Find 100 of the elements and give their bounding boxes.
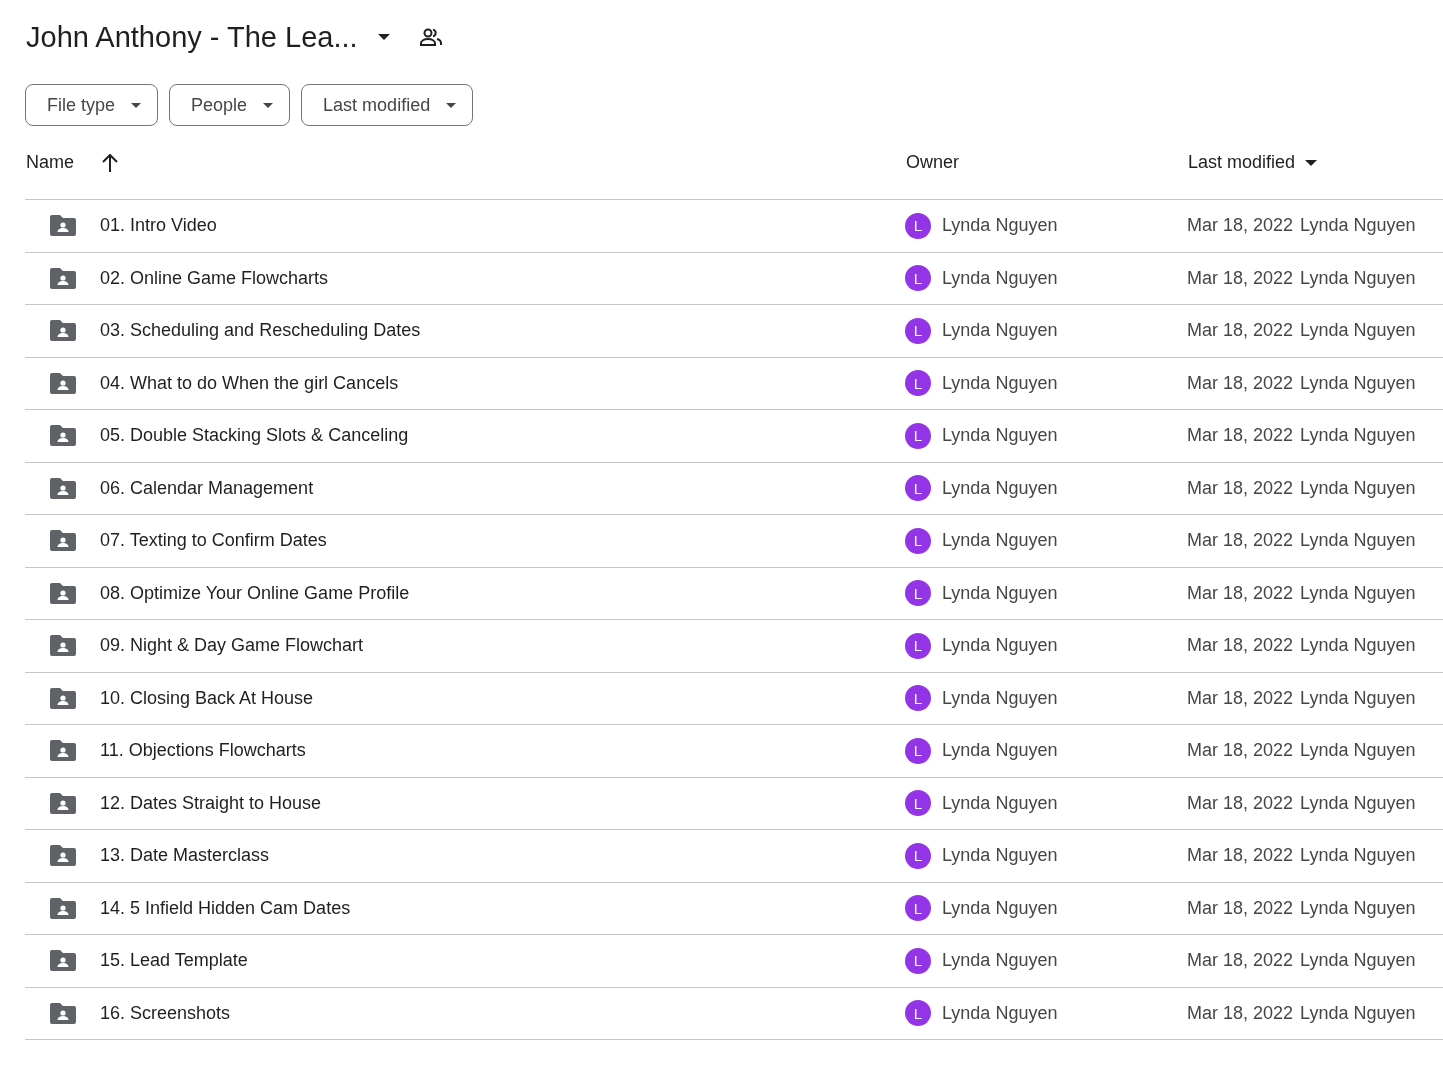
modified-by: Lynda Nguyen bbox=[1300, 1002, 1416, 1024]
folder-name[interactable]: 02. Online Game Flowcharts bbox=[100, 267, 329, 289]
folder-name[interactable]: 04. What to do When the girl Cancels bbox=[100, 372, 399, 394]
folder-name[interactable]: 07. Texting to Confirm Dates bbox=[100, 530, 327, 552]
column-header[interactable]: Last modified bbox=[1187, 152, 1318, 173]
modified-date: Mar 18, 2022 bbox=[1187, 477, 1294, 499]
shared-folder-icon bbox=[50, 477, 76, 499]
folder-name[interactable]: 14. 5 Infield Hidden Cam Dates bbox=[100, 897, 351, 919]
modified-date: Mar 18, 2022 bbox=[1187, 530, 1294, 552]
owner-name: Lynda Nguyen bbox=[942, 320, 1058, 342]
modified-date: Mar 18, 2022 bbox=[1187, 582, 1294, 604]
modified-date: Mar 18, 2022 bbox=[1187, 740, 1294, 762]
shared-folder-icon bbox=[50, 635, 76, 657]
modified-by: Lynda Nguyen bbox=[1300, 845, 1416, 867]
modified-by: Lynda Nguyen bbox=[1300, 267, 1416, 289]
folder-name[interactable]: 09. Night & Day Game Flowchart bbox=[100, 635, 364, 657]
shared-folder-icon bbox=[50, 215, 76, 237]
owner-name: Lynda Nguyen bbox=[942, 950, 1058, 972]
shared-folder-icon bbox=[50, 267, 76, 289]
folder-name[interactable]: 05. Double Stacking Slots & Canceling bbox=[100, 425, 409, 447]
owner-avatar: L bbox=[905, 317, 931, 344]
modified-by: Lynda Nguyen bbox=[1300, 740, 1416, 762]
folder-name[interactable]: 16. Screenshots bbox=[100, 1002, 231, 1024]
shared-folder-icon bbox=[50, 740, 76, 762]
shared-folder-icon bbox=[50, 1002, 76, 1024]
folder-name[interactable]: 06. Calendar Management bbox=[100, 477, 314, 499]
folder-name[interactable]: 08. Optimize Your Online Game Profile bbox=[100, 582, 410, 604]
modified-by: Lynda Nguyen bbox=[1300, 635, 1416, 657]
modified-date: Mar 18, 2022 bbox=[1187, 897, 1294, 919]
modified-date: Mar 18, 2022 bbox=[1187, 1002, 1294, 1024]
owner-avatar: L bbox=[905, 265, 931, 292]
filter-chip[interactable]: Last modified bbox=[301, 84, 474, 126]
filter-chip[interactable]: File type bbox=[25, 84, 159, 126]
modified-date: Mar 18, 2022 bbox=[1187, 792, 1294, 814]
modified-by: Lynda Nguyen bbox=[1300, 950, 1416, 972]
caret-down-icon bbox=[377, 34, 390, 40]
modified-by: Lynda Nguyen bbox=[1300, 215, 1416, 237]
owner-avatar: L bbox=[905, 370, 931, 397]
owner-avatar: L bbox=[905, 895, 931, 922]
owner-name: Lynda Nguyen bbox=[942, 267, 1058, 289]
modified-by: Lynda Nguyen bbox=[1300, 477, 1416, 499]
owner-avatar: L bbox=[905, 790, 931, 817]
shared-folder-icon bbox=[50, 897, 76, 919]
folder-title: John Anthony - The Lea... bbox=[26, 20, 358, 54]
column-header[interactable]: Name bbox=[25, 152, 118, 173]
modified-date: Mar 18, 2022 bbox=[1187, 320, 1294, 342]
owner-name: Lynda Nguyen bbox=[942, 425, 1058, 447]
folder-name[interactable]: 01. Intro Video bbox=[100, 215, 217, 237]
caret-down-icon bbox=[446, 102, 457, 108]
modified-date: Mar 18, 2022 bbox=[1187, 687, 1294, 709]
shared-folder-icon bbox=[50, 950, 76, 972]
modified-by: Lynda Nguyen bbox=[1300, 792, 1416, 814]
modified-date: Mar 18, 2022 bbox=[1187, 215, 1294, 237]
shared-folder-icon bbox=[50, 792, 76, 814]
owner-name: Lynda Nguyen bbox=[942, 530, 1058, 552]
modified-date: Mar 18, 2022 bbox=[1187, 425, 1294, 447]
caret-down-icon bbox=[263, 102, 274, 108]
modified-date: Mar 18, 2022 bbox=[1187, 845, 1294, 867]
folder-name[interactable]: 13. Date Masterclass bbox=[100, 845, 270, 867]
owner-name: Lynda Nguyen bbox=[942, 687, 1058, 709]
modified-by: Lynda Nguyen bbox=[1300, 582, 1416, 604]
modified-by: Lynda Nguyen bbox=[1300, 897, 1416, 919]
shared-folder-icon bbox=[50, 320, 76, 342]
owner-avatar: L bbox=[905, 475, 931, 502]
shared-folder-icon bbox=[50, 425, 76, 447]
folder-name[interactable]: 12. Dates Straight to House bbox=[100, 792, 322, 814]
owner-avatar: L bbox=[905, 632, 931, 659]
owner-name: Lynda Nguyen bbox=[942, 897, 1058, 919]
owner-name: Lynda Nguyen bbox=[942, 477, 1058, 499]
shared-folder-icon bbox=[50, 582, 76, 604]
owner-name: Lynda Nguyen bbox=[942, 845, 1058, 867]
folder-name[interactable]: 15. Lead Template bbox=[100, 950, 248, 972]
column-header[interactable]: Owner bbox=[905, 152, 959, 173]
shared-folder-icon bbox=[50, 530, 76, 552]
modified-by: Lynda Nguyen bbox=[1300, 372, 1416, 394]
modified-by: Lynda Nguyen bbox=[1300, 320, 1416, 342]
owner-avatar: L bbox=[905, 422, 931, 449]
modified-date: Mar 18, 2022 bbox=[1187, 950, 1294, 972]
folder-name[interactable]: 03. Scheduling and Rescheduling Dates bbox=[100, 320, 421, 342]
filter-chip[interactable]: People bbox=[169, 84, 291, 126]
owner-avatar: L bbox=[905, 580, 931, 607]
owner-avatar: L bbox=[905, 1000, 931, 1027]
owner-avatar: L bbox=[905, 947, 931, 974]
modified-date: Mar 18, 2022 bbox=[1187, 372, 1294, 394]
folder-name[interactable]: 10. Closing Back At House bbox=[100, 687, 314, 709]
owner-name: Lynda Nguyen bbox=[942, 792, 1058, 814]
owner-name: Lynda Nguyen bbox=[942, 582, 1058, 604]
modified-by: Lynda Nguyen bbox=[1300, 425, 1416, 447]
people-icon bbox=[419, 28, 442, 46]
owner-name: Lynda Nguyen bbox=[942, 1002, 1058, 1024]
owner-name: Lynda Nguyen bbox=[942, 635, 1058, 657]
owner-name: Lynda Nguyen bbox=[942, 372, 1058, 394]
shared-folder-icon bbox=[50, 845, 76, 867]
modified-by: Lynda Nguyen bbox=[1300, 530, 1416, 552]
modified-by: Lynda Nguyen bbox=[1300, 687, 1416, 709]
folder-name[interactable]: 11. Objections Flowcharts bbox=[100, 740, 306, 762]
owner-avatar: L bbox=[905, 527, 931, 554]
shared-folder-icon bbox=[50, 687, 76, 709]
owner-avatar: L bbox=[905, 685, 931, 712]
owner-avatar: L bbox=[905, 737, 931, 764]
